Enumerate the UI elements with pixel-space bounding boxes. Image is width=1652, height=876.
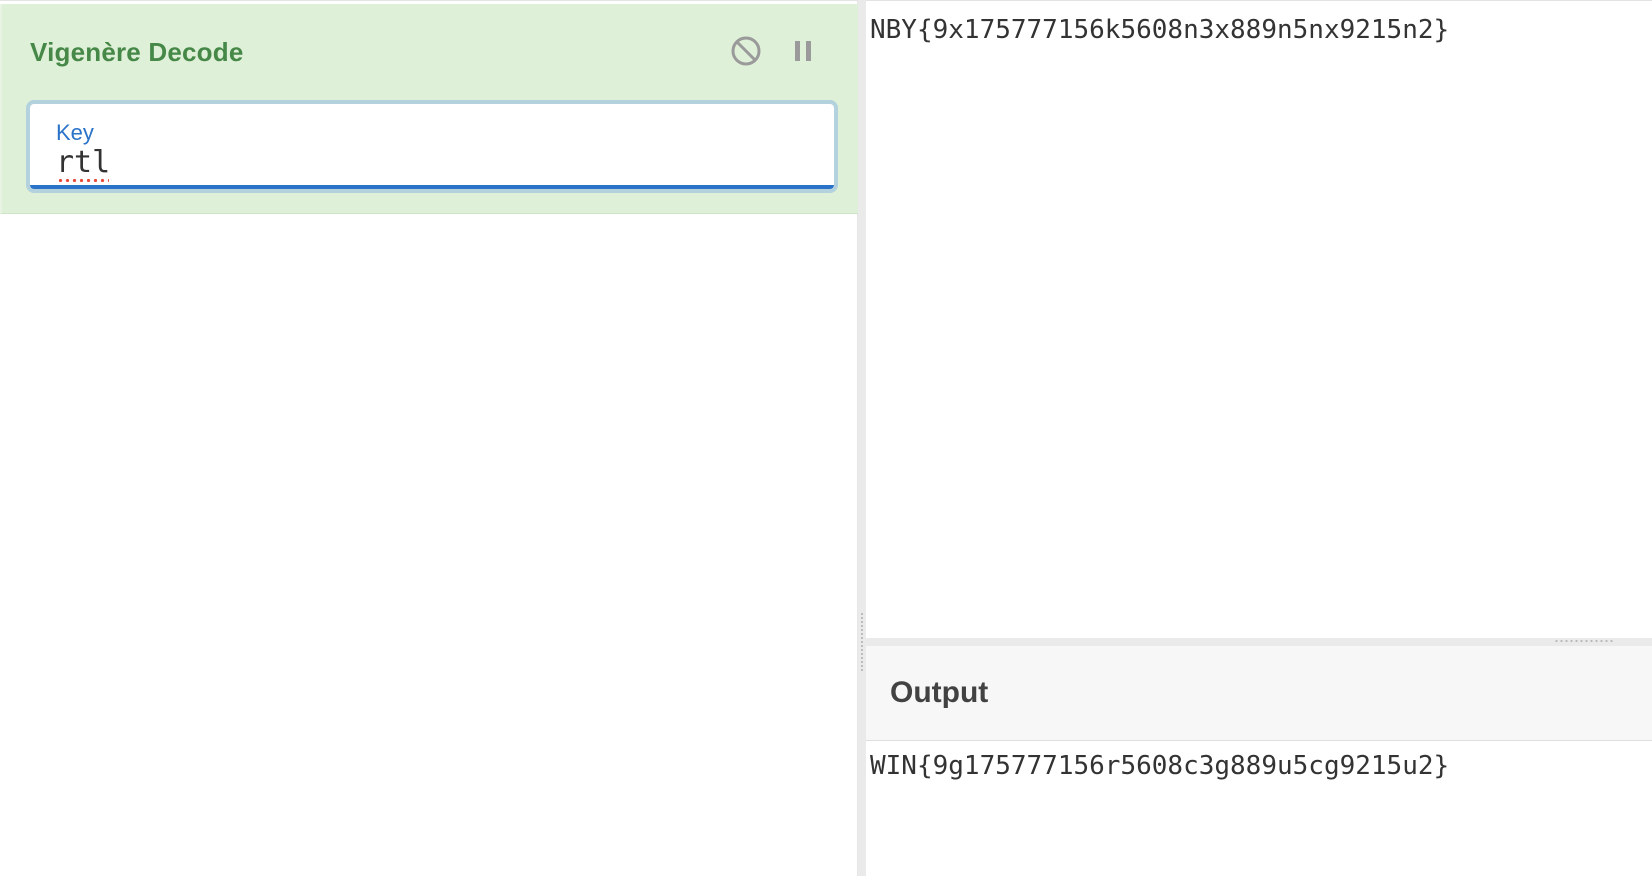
vertical-grip-icon [861,612,863,672]
cyberchef-app: Vigenère Decode Key rtl NBY{9x175777156k… [0,0,1652,876]
key-field-underline [30,185,834,189]
output-title: Output [890,676,989,709]
vigenere-decode-operation[interactable]: Vigenère Decode Key [0,4,858,214]
pane-resize-handle-horizontal[interactable] [866,638,1652,646]
recipe-pane: Vigenère Decode Key [0,0,858,876]
key-input[interactable] [56,142,796,182]
pause-icon [795,41,811,61]
input-pane[interactable]: NBY{9x175777156k5608n3x889n5nx9215n2} [866,0,1652,640]
pause-operation-button[interactable] [786,34,820,68]
spellcheck-underline [57,178,109,182]
pane-resize-handle-vertical[interactable] [858,0,866,876]
input-text[interactable]: NBY{9x175777156k5608n3x889n5nx9215n2} [870,15,1449,45]
key-field[interactable]: Key [26,100,838,193]
horizontal-grip-icon [1554,640,1614,642]
disable-operation-button[interactable] [729,34,763,68]
operation-title: Vigenère Decode [30,37,244,67]
output-header: Output [866,646,1652,741]
disable-icon [731,36,761,66]
output-text[interactable]: WIN{9g175777156r5608c3g889u5cg9215u2} [870,751,1449,781]
output-pane[interactable]: WIN{9g175777156r5608c3g889u5cg9215u2} [866,741,1652,876]
